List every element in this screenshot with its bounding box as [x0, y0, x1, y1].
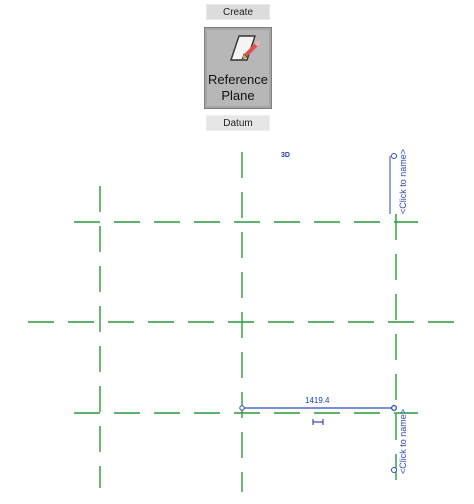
view-cube-label[interactable]: 3D: [281, 152, 290, 159]
revit-canvas-page: 3D <Click to name> <Click to name> 1419.…: [0, 0, 474, 504]
reference-plane-button-label-line1: Reference: [208, 72, 268, 87]
plane-end-marker-lower[interactable]: [391, 467, 397, 473]
dimension-lock-icon[interactable]: [312, 419, 324, 425]
plane-end-marker-top[interactable]: [391, 153, 397, 159]
reference-plane-button-label-line2: Plane: [221, 88, 255, 103]
datum-panel-title[interactable]: Datum: [206, 115, 270, 131]
reference-plane-name-top[interactable]: <Click to name>: [398, 149, 408, 214]
dimension-witness-right[interactable]: [391, 405, 397, 411]
reference-plane-icon: [223, 32, 261, 64]
reference-plane-button[interactable]: Reference Plane: [204, 27, 272, 109]
create-panel-title: Create: [206, 4, 270, 20]
reference-plane-name-bottom[interactable]: <Click to name>: [398, 409, 408, 474]
dimension-witness-left[interactable]: [239, 405, 245, 411]
dimension-value[interactable]: 1419.4: [305, 396, 329, 405]
